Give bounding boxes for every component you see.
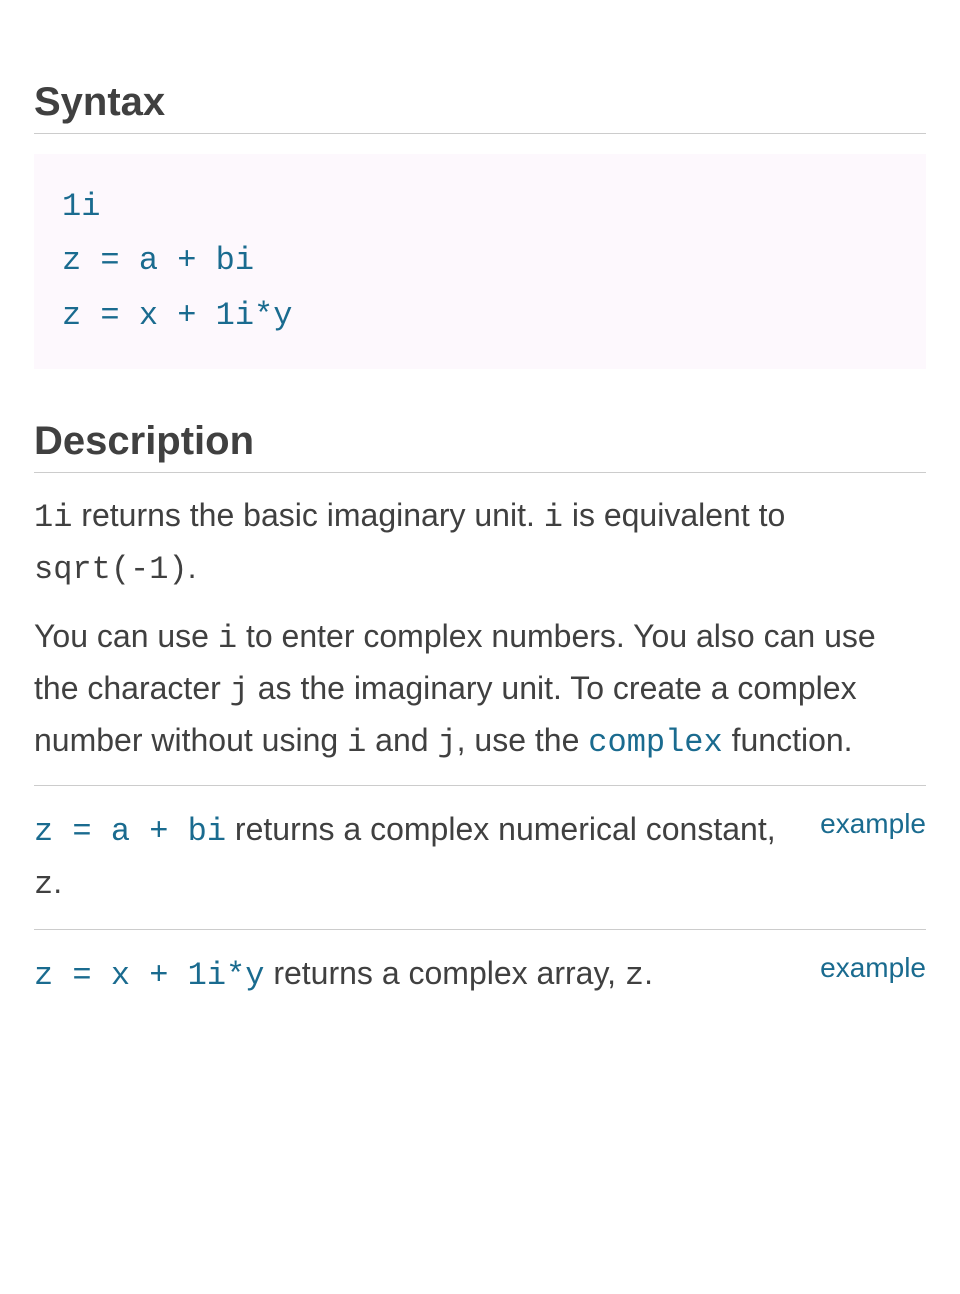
text: . xyxy=(53,864,62,900)
code-literal: z xyxy=(34,866,53,903)
complex-link[interactable]: complex xyxy=(588,724,722,761)
text: You can use xyxy=(34,618,218,654)
code-literal: i xyxy=(347,724,366,761)
code-literal: j xyxy=(230,672,249,709)
text: returns a complex numerical constant, xyxy=(226,811,776,847)
code-literal: 1i xyxy=(34,499,72,536)
syntax-code-block: 1i z = a + bi z = x + 1i*y xyxy=(34,154,926,369)
text: returns the basic imaginary unit. xyxy=(72,497,543,533)
description-item-text: z = a + bi returns a complex numerical c… xyxy=(34,804,800,910)
syntax-line: z = a + bi xyxy=(62,234,898,288)
syntax-heading: Syntax xyxy=(34,80,926,134)
code-literal: z xyxy=(625,957,644,994)
code-literal: i xyxy=(218,620,237,657)
description-para-2: You can use i to enter complex numbers. … xyxy=(34,612,926,767)
description-heading: Description xyxy=(34,419,926,473)
text: function. xyxy=(723,722,853,758)
code-syntax: z = x + 1i*y xyxy=(34,957,264,994)
description-item: z = a + bi returns a complex numerical c… xyxy=(34,785,926,910)
description-item-text: z = x + 1i*y returns a complex array, z. xyxy=(34,948,800,1001)
text: is equivalent to xyxy=(563,497,785,533)
code-literal: i xyxy=(544,499,563,536)
syntax-line: z = x + 1i*y xyxy=(62,289,898,343)
text: and xyxy=(366,722,437,758)
text: returns a complex array, xyxy=(264,955,624,991)
code-literal: j xyxy=(437,724,456,761)
example-link[interactable]: example xyxy=(820,948,926,984)
text: . xyxy=(188,549,197,585)
text: , use the xyxy=(457,722,589,758)
doc-page: Syntax 1i z = a + bi z = x + 1i*y Descri… xyxy=(0,0,960,1041)
syntax-line: 1i xyxy=(62,180,898,234)
code-literal: sqrt(-1) xyxy=(34,551,188,588)
text: . xyxy=(644,955,653,991)
example-link[interactable]: example xyxy=(820,804,926,840)
description-item: z = x + 1i*y returns a complex array, z.… xyxy=(34,929,926,1001)
code-syntax: z = a + bi xyxy=(34,813,226,850)
description-para-1: 1i returns the basic imaginary unit. i i… xyxy=(34,491,926,594)
